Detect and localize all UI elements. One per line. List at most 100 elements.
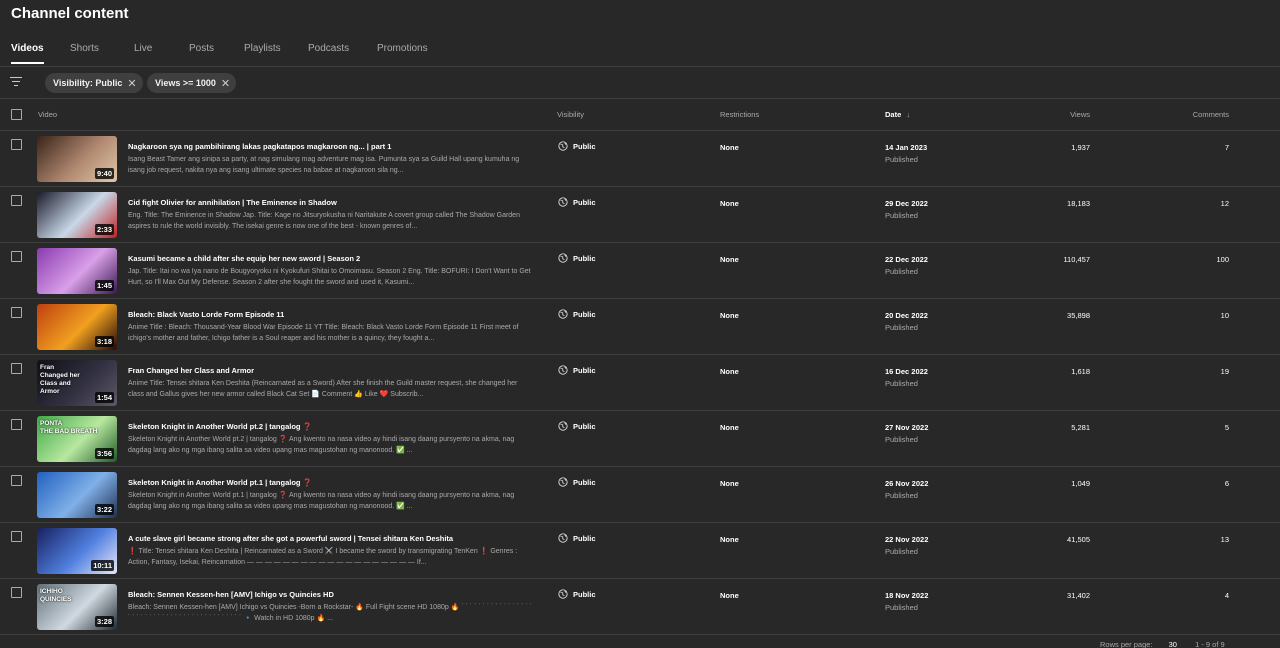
header-restrictions[interactable]: Restrictions <box>720 110 759 119</box>
visibility-label: Public <box>573 533 596 543</box>
filter-chip-visibility[interactable]: Visibility: Public ✕ <box>45 73 143 93</box>
visibility-label: Public <box>573 197 596 207</box>
video-title[interactable]: Nagkaroon sya ng pambihirang lakas pagka… <box>128 142 391 151</box>
globe-icon <box>558 365 568 375</box>
tab-promotions[interactable]: Promotions <box>377 43 428 54</box>
visibility-cell[interactable]: Public <box>558 365 596 375</box>
table-row[interactable]: PONTA THE BAD BREATH 3:56 Skeleton Knight i… <box>0 411 1280 467</box>
video-title[interactable]: Cid fight Olivier for annihilation | The… <box>128 198 337 207</box>
filter-chip-label: Views >= 1000 <box>155 78 216 88</box>
globe-icon <box>558 197 568 207</box>
date-cell: 14 Jan 2023 <box>885 143 928 152</box>
row-checkbox[interactable] <box>11 363 22 374</box>
views-cell: 110,457 <box>1063 255 1090 264</box>
video-thumbnail[interactable]: 10:11 <box>37 528 117 574</box>
close-icon[interactable]: ✕ <box>221 77 230 90</box>
header-comments[interactable]: Comments <box>1193 110 1229 119</box>
filter-icon[interactable] <box>10 77 22 87</box>
table-row[interactable]: 9:40 Nagkaroon sya ng pambihirang lakas p… <box>0 131 1280 187</box>
date-cell: 26 Nov 2022 <box>885 479 929 488</box>
thumbnail-caption: ICHIHO QUINCIES <box>40 588 72 603</box>
table-row[interactable]: 3:22 Skeleton Knight in Another World pt.… <box>0 467 1280 523</box>
video-duration: 1:45 <box>94 280 114 291</box>
video-title[interactable]: Skeleton Knight in Another World pt.2 | … <box>128 422 312 431</box>
table-row[interactable]: Fran Changed her Class and Armor 1:54 Fran Ch… <box>0 355 1280 411</box>
publish-status: Published <box>885 379 918 388</box>
visibility-cell[interactable]: Public <box>558 477 596 487</box>
video-thumbnail[interactable]: 1:45 <box>37 248 117 294</box>
views-cell: 5,281 <box>1071 423 1090 432</box>
video-description: Skeleton Knight in Another World pt.2 | … <box>128 436 515 454</box>
row-checkbox[interactable] <box>11 195 22 206</box>
views-cell: 1,618 <box>1071 367 1090 376</box>
rows-per-page-select[interactable]: 30 <box>1169 640 1177 648</box>
table-header: Video Visibility Restrictions Date ↓ Vie… <box>0 99 1280 131</box>
video-title[interactable]: Skeleton Knight in Another World pt.1 | … <box>128 478 312 487</box>
video-thumbnail[interactable]: ICHIHO QUINCIES 3:28 <box>37 584 117 630</box>
table-row[interactable]: 3:18 Bleach: Black Vasto Lorde Form Episo… <box>0 299 1280 355</box>
header-visibility[interactable]: Visibility <box>557 110 584 119</box>
tab-shorts[interactable]: Shorts <box>70 43 99 54</box>
table-row[interactable]: 2:33 Cid fight Olivier for annihilation |… <box>0 187 1280 243</box>
table-row[interactable]: ICHIHO QUINCIES 3:28 Bleach: Sennen Kessen-… <box>0 579 1280 635</box>
tab-posts[interactable]: Posts <box>189 43 214 54</box>
tab-bar: Videos Shorts Live Posts Playlists Podcasts Pr… <box>0 38 1280 67</box>
publish-status: Published <box>885 547 918 556</box>
video-duration: 3:56 <box>94 448 114 459</box>
header-views[interactable]: Views <box>1070 110 1090 119</box>
video-duration: 9:40 <box>94 168 114 179</box>
tab-videos[interactable]: Videos <box>11 43 44 64</box>
publish-status: Published <box>885 603 918 612</box>
row-checkbox[interactable] <box>11 307 22 318</box>
globe-icon <box>558 421 568 431</box>
row-checkbox[interactable] <box>11 251 22 262</box>
visibility-cell[interactable]: Public <box>558 533 596 543</box>
row-checkbox[interactable] <box>11 531 22 542</box>
filter-chip-views[interactable]: Views >= 1000 ✕ <box>147 73 237 93</box>
row-checkbox[interactable] <box>11 587 22 598</box>
table-row[interactable]: 1:45 Kasumi became a child after she equi… <box>0 243 1280 299</box>
video-title[interactable]: Bleach: Black Vasto Lorde Form Episode 1… <box>128 310 284 319</box>
publish-status: Published <box>885 155 918 164</box>
video-title[interactable]: Kasumi became a child after she equip he… <box>128 254 360 263</box>
video-thumbnail[interactable]: 3:18 <box>37 304 117 350</box>
tab-playlists[interactable]: Playlists <box>244 43 281 54</box>
header-date[interactable]: Date ↓ <box>885 110 910 119</box>
video-title[interactable]: Fran Changed her Class and Armor <box>128 366 254 375</box>
select-all-checkbox[interactable] <box>11 109 22 120</box>
tab-podcasts[interactable]: Podcasts <box>308 43 349 54</box>
publish-status: Published <box>885 435 918 444</box>
video-description: Anime Title: Tensei shitara Ken Deshita … <box>128 380 518 398</box>
visibility-cell[interactable]: Public <box>558 421 596 431</box>
views-cell: 1,049 <box>1071 479 1090 488</box>
comments-cell: 19 <box>1220 367 1229 376</box>
video-description: Jap. Title: Itai no wa Iya nano de Bougy… <box>128 268 531 286</box>
visibility-cell[interactable]: Public <box>558 197 596 207</box>
video-thumbnail[interactable]: 9:40 <box>37 136 117 182</box>
row-checkbox[interactable] <box>11 419 22 430</box>
video-thumbnail[interactable]: Fran Changed her Class and Armor 1:54 <box>37 360 117 406</box>
video-description: Anime Title : Bleach: Thousand-Year Bloo… <box>128 324 519 342</box>
video-title[interactable]: Bleach: Sennen Kessen-hen [AMV] Ichigo v… <box>128 590 334 599</box>
table-row[interactable]: 10:11 A cute slave girl became strong aft… <box>0 523 1280 579</box>
globe-icon <box>558 141 568 151</box>
visibility-cell[interactable]: Public <box>558 141 596 151</box>
video-title[interactable]: A cute slave girl became strong after sh… <box>128 534 453 543</box>
visibility-label: Public <box>573 477 596 487</box>
globe-icon <box>558 589 568 599</box>
video-thumbnail[interactable]: 2:33 <box>37 192 117 238</box>
visibility-cell[interactable]: Public <box>558 253 596 263</box>
video-thumbnail[interactable]: PONTA THE BAD BREATH 3:56 <box>37 416 117 462</box>
visibility-cell[interactable]: Public <box>558 589 596 599</box>
video-thumbnail[interactable]: 3:22 <box>37 472 117 518</box>
row-checkbox[interactable] <box>11 139 22 150</box>
visibility-cell[interactable]: Public <box>558 309 596 319</box>
tab-live[interactable]: Live <box>134 43 152 54</box>
comments-cell: 4 <box>1224 591 1229 600</box>
page-range: 1 - 9 of 9 <box>1195 640 1225 648</box>
comments-cell: 5 <box>1224 423 1229 432</box>
globe-icon <box>558 253 568 263</box>
date-cell: 20 Dec 2022 <box>885 311 928 320</box>
row-checkbox[interactable] <box>11 475 22 486</box>
close-icon[interactable]: ✕ <box>127 77 136 90</box>
